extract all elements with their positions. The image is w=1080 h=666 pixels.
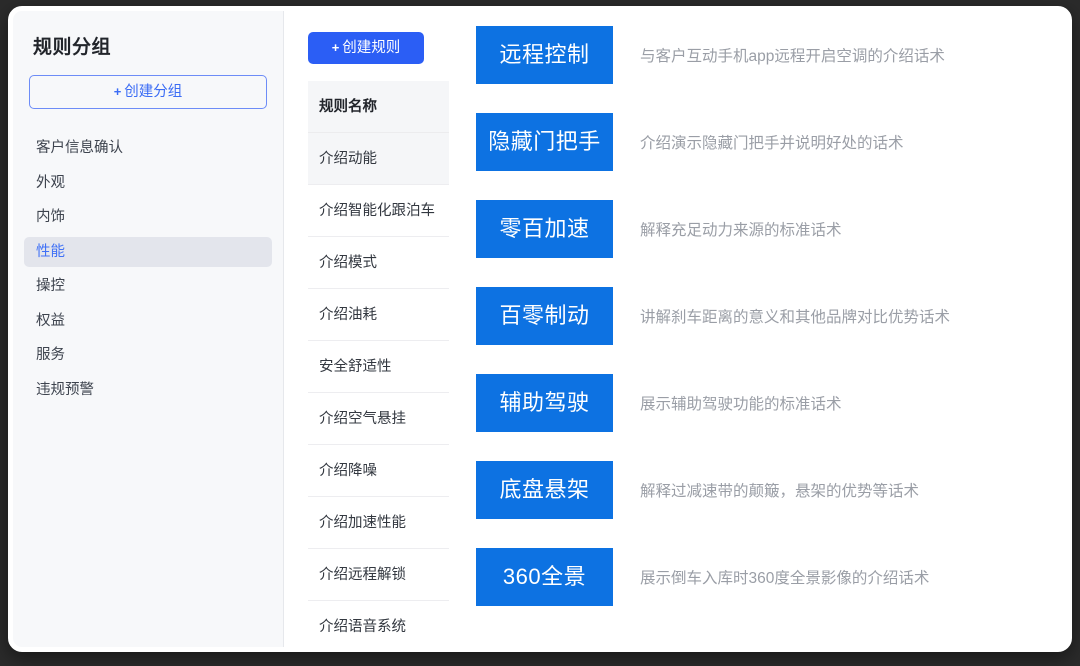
- create-rule-button-label: 创建规则: [342, 40, 401, 56]
- rule-list-item[interactable]: 介绍模式: [308, 237, 449, 289]
- rule-description: 介绍演示隐藏门把手并说明好处的话术: [640, 134, 904, 152]
- rule-list-item[interactable]: 介绍语音系统: [308, 601, 449, 647]
- sidebar-item-handling[interactable]: 操控: [24, 271, 272, 301]
- rule-description: 解释过减速带的颠簸，悬架的优势等话术: [640, 482, 920, 500]
- sidebar-item-exterior[interactable]: 外观: [24, 168, 272, 198]
- rule-tag[interactable]: 百零制动: [476, 286, 613, 345]
- plus-icon: +: [113, 84, 122, 99]
- rule-group-sidebar: 规则分组 + 创建分组 客户信息确认 外观 内饰 性能 操控 权益 服务 违规预警: [13, 11, 284, 647]
- rule-tag[interactable]: 辅助驾驶: [476, 373, 613, 432]
- group-list: 客户信息确认 外观 内饰 性能 操控 权益 服务 违规预警: [13, 133, 283, 405]
- sidebar-item-benefits[interactable]: 权益: [24, 306, 272, 336]
- rule-list-column: + 创建规则 规则名称 介绍动能 介绍智能化跟泊车 介绍模式 介绍油耗 安全舒适性…: [284, 11, 449, 647]
- rule-detail-row: 底盘悬架 解释过减速带的颠簸，悬架的优势等话术: [476, 446, 1067, 533]
- rule-list-item[interactable]: 介绍加速性能: [308, 497, 449, 549]
- sidebar-item-interior[interactable]: 内饰: [24, 202, 272, 232]
- rule-list: 规则名称 介绍动能 介绍智能化跟泊车 介绍模式 介绍油耗 安全舒适性 介绍空气悬…: [308, 81, 449, 647]
- rule-detail-row: 百零制动 讲解刹车距离的意义和其他品牌对比优势话术: [476, 272, 1067, 359]
- rule-description: 讲解刹车距离的意义和其他品牌对比优势话术: [640, 308, 951, 326]
- rule-list-item[interactable]: 介绍动能: [308, 133, 449, 185]
- rule-list-item[interactable]: 介绍空气悬挂: [308, 393, 449, 445]
- rule-list-item[interactable]: 安全舒适性: [308, 341, 449, 393]
- rule-description: 与客户互动手机app远程开启空调的介绍话术: [640, 47, 945, 65]
- create-rule-button[interactable]: + 创建规则: [308, 32, 424, 64]
- plus-icon: +: [331, 40, 340, 55]
- rule-list-item[interactable]: 介绍远程解锁: [308, 549, 449, 601]
- rule-detail-row: 零百加速 解释充足动力来源的标准话术: [476, 185, 1067, 272]
- rule-list-item[interactable]: 介绍油耗: [308, 289, 449, 341]
- create-group-button[interactable]: + 创建分组: [29, 75, 267, 109]
- rule-description: 展示倒车入库时360度全景影像的介绍话术: [640, 569, 930, 587]
- rule-tag[interactable]: 隐藏门把手: [476, 112, 613, 171]
- page-title: 规则分组: [33, 37, 112, 58]
- app-window: 规则分组 + 创建分组 客户信息确认 外观 内饰 性能 操控 权益 服务 违规预警…: [8, 6, 1072, 652]
- rule-list-header: 规则名称: [308, 81, 449, 133]
- create-group-button-label: 创建分组: [124, 84, 183, 100]
- rule-tag[interactable]: 零百加速: [476, 199, 613, 258]
- rule-detail-row: 远程控制 与客户互动手机app远程开启空调的介绍话术: [476, 11, 1067, 98]
- rule-tag[interactable]: 360全景: [476, 547, 613, 606]
- rule-detail-row: 360全景 展示倒车入库时360度全景影像的介绍话术: [476, 533, 1067, 620]
- rule-detail-list: 远程控制 与客户互动手机app远程开启空调的介绍话术 隐藏门把手 介绍演示隐藏门…: [476, 11, 1067, 620]
- sidebar-item-violation-warning[interactable]: 违规预警: [24, 375, 272, 405]
- sidebar-item-service[interactable]: 服务: [24, 340, 272, 370]
- rule-list-item[interactable]: 介绍降噪: [308, 445, 449, 497]
- rule-description: 展示辅助驾驶功能的标准话术: [640, 395, 842, 413]
- sidebar-item-customer-info[interactable]: 客户信息确认: [24, 133, 272, 163]
- sidebar-item-performance[interactable]: 性能: [24, 236, 272, 267]
- rule-tag[interactable]: 底盘悬架: [476, 460, 613, 519]
- rule-description: 解释充足动力来源的标准话术: [640, 221, 842, 239]
- rule-detail-row: 隐藏门把手 介绍演示隐藏门把手并说明好处的话术: [476, 98, 1067, 185]
- rule-list-item[interactable]: 介绍智能化跟泊车: [308, 185, 449, 237]
- page-body: 规则分组 + 创建分组 客户信息确认 外观 内饰 性能 操控 权益 服务 违规预警…: [13, 11, 1067, 647]
- rule-detail-row: 辅助驾驶 展示辅助驾驶功能的标准话术: [476, 359, 1067, 446]
- rule-detail-column: 远程控制 与客户互动手机app远程开启空调的介绍话术 隐藏门把手 介绍演示隐藏门…: [449, 11, 1067, 647]
- rule-tag[interactable]: 远程控制: [476, 25, 613, 84]
